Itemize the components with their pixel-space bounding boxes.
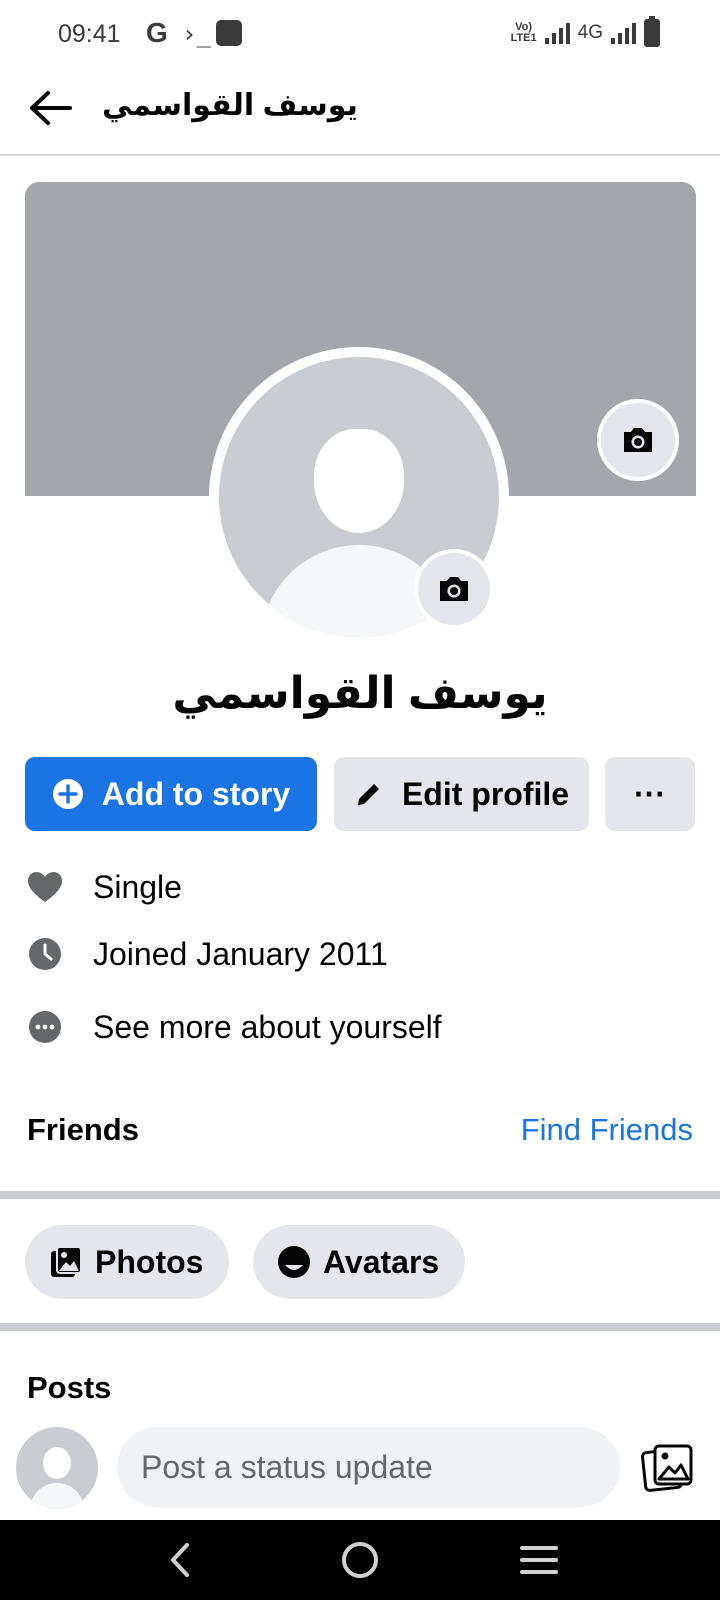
edit-avatar-button[interactable] xyxy=(414,549,494,629)
friends-title: Friends xyxy=(27,1112,139,1147)
nav-home-button[interactable] xyxy=(330,1538,390,1582)
profile-name: يوسف القواسمي xyxy=(172,669,548,718)
signal-icon-2 xyxy=(611,22,636,44)
composer-avatar[interactable] xyxy=(16,1427,98,1509)
menu-lines-icon xyxy=(520,1546,558,1574)
chevron-left-icon xyxy=(171,1543,189,1577)
avatar-face-icon xyxy=(277,1245,311,1279)
camera-icon xyxy=(624,428,652,452)
edit-cover-button[interactable] xyxy=(597,399,679,481)
avatars-tab[interactable]: Avatars xyxy=(253,1225,466,1299)
detail-text: See more about yourself xyxy=(93,1008,442,1045)
status-indicators: Vo) LTE1 4G xyxy=(510,16,660,48)
more-options-button[interactable]: ··· xyxy=(605,757,695,831)
add-to-story-button[interactable]: Add to story xyxy=(25,757,317,831)
photos-label: Photos xyxy=(95,1243,204,1280)
app-notification-icon xyxy=(216,20,242,46)
terminal-icon: ›_ xyxy=(182,20,211,48)
photo-gallery-icon xyxy=(641,1444,693,1492)
posts-title: Posts xyxy=(27,1370,112,1405)
clock-icon xyxy=(25,934,65,974)
avatar-head-shape xyxy=(314,429,404,533)
page-title: يوسف القواسمي xyxy=(102,89,358,122)
detail-text: Joined January 2011 xyxy=(93,935,388,972)
find-friends-link[interactable]: Find Friends xyxy=(521,1112,693,1148)
add-photo-button[interactable] xyxy=(640,1440,696,1496)
network-type: 4G xyxy=(577,22,603,43)
see-more-about-link[interactable]: See more about yourself xyxy=(25,1002,705,1052)
detail-joined: Joined January 2011 xyxy=(25,929,705,979)
edit-profile-button[interactable]: Edit profile xyxy=(334,757,589,831)
detail-text: Single xyxy=(93,868,182,905)
plus-circle-icon xyxy=(52,778,84,810)
home-circle-icon xyxy=(342,1542,378,1578)
arrow-left-icon xyxy=(30,91,72,125)
nav-back-button[interactable] xyxy=(150,1538,210,1582)
volte-icon: Vo) LTE1 xyxy=(510,21,537,44)
status-time: 09:41 xyxy=(58,20,121,48)
nav-recents-button[interactable] xyxy=(509,1538,569,1582)
top-header: يوسف القواسمي xyxy=(0,66,720,156)
edit-profile-label: Edit profile xyxy=(401,775,570,812)
heart-icon xyxy=(25,867,65,907)
google-icon: G xyxy=(146,17,168,48)
avatar-body-shape xyxy=(30,1483,84,1509)
section-divider xyxy=(0,1323,720,1331)
back-button[interactable] xyxy=(26,88,74,128)
more-dots-icon: ··· xyxy=(634,775,666,812)
friends-section-header: Friends Find Friends xyxy=(27,1112,693,1148)
add-to-story-label: Add to story xyxy=(101,775,291,812)
photos-icon xyxy=(49,1245,83,1279)
section-divider xyxy=(0,1191,720,1199)
status-bar: 09:41 G ›_ Vo) LTE1 4G xyxy=(0,0,720,66)
avatar-head-shape xyxy=(43,1447,71,1479)
status-placeholder: Post a status update xyxy=(141,1448,433,1485)
battery-icon xyxy=(644,16,660,47)
detail-relationship: Single xyxy=(25,862,705,912)
avatars-label: Avatars xyxy=(323,1243,440,1280)
photos-tab[interactable]: Photos xyxy=(25,1225,230,1299)
post-status-input[interactable]: Post a status update xyxy=(117,1427,620,1507)
signal-icon xyxy=(544,22,570,44)
more-circle-icon xyxy=(25,1007,65,1047)
camera-icon xyxy=(440,577,468,601)
system-nav-bar xyxy=(0,1520,720,1600)
pencil-icon xyxy=(354,779,384,809)
